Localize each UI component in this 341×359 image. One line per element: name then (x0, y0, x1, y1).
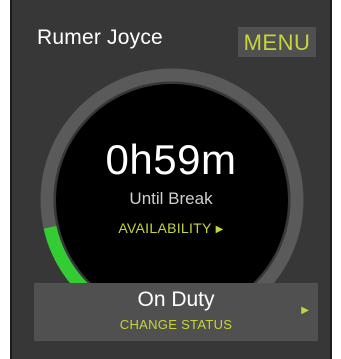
triangle-right-icon: ▶ (301, 305, 309, 316)
change-status-label: CHANGE STATUS (119, 317, 233, 332)
availability-link[interactable]: AVAILABILITY ▶ (12, 220, 330, 236)
triangle-right-icon: ▶ (215, 224, 224, 235)
until-break-label: Until Break (129, 189, 213, 208)
time-until-break: 0h59m (105, 136, 237, 183)
hos-widget: Rumer Joyce MENU 0h59m Until Break AVAIL… (10, 0, 332, 359)
change-status-button[interactable]: On Duty CHANGE STATUS ▶ (34, 283, 318, 341)
current-status: On Duty (137, 288, 215, 311)
availability-label: AVAILABILITY (118, 220, 212, 236)
